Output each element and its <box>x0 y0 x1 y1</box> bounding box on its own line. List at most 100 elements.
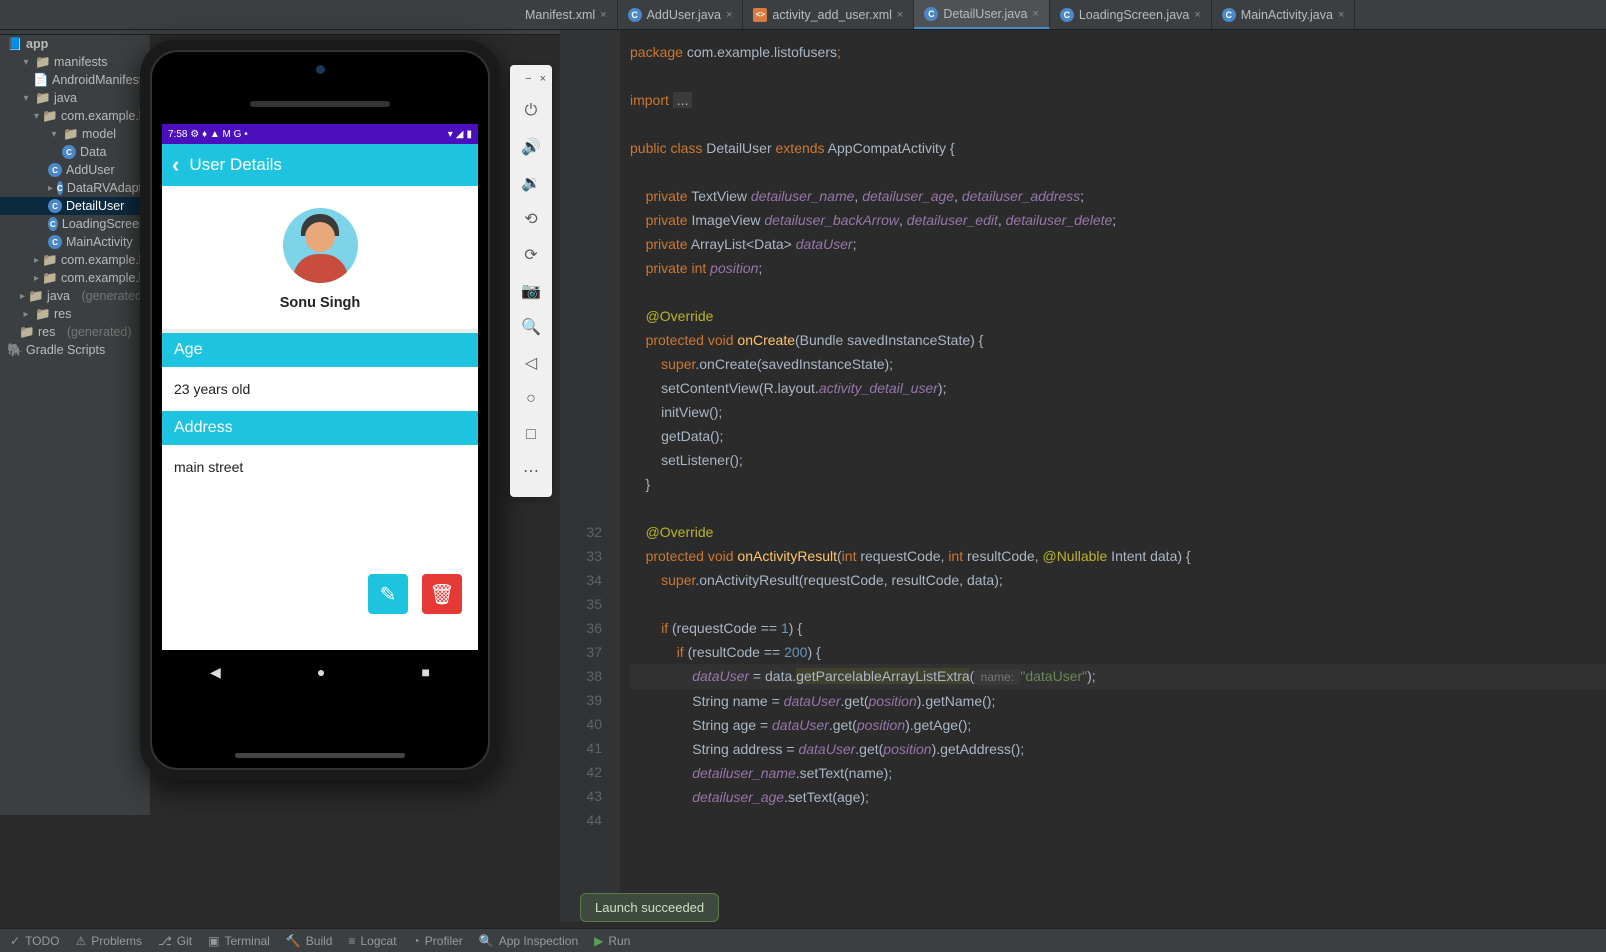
file-label: LoadingScreen.java <box>1079 8 1190 22</box>
status-time: 7:58 <box>168 129 187 140</box>
phone-speaker-icon <box>250 101 390 107</box>
volume-up-button[interactable]: 🔊 <box>510 129 552 165</box>
folder-icon <box>29 289 43 303</box>
nav-recent-icon[interactable]: ■ <box>421 664 429 680</box>
file-label: MainActivity.java <box>1241 8 1333 22</box>
hammer-icon: 🔨 <box>286 934 301 948</box>
code-editor[interactable]: 32 33 34 35 36 37 38 39 40 41 42 43 44 p… <box>560 30 1606 922</box>
emulator-screen[interactable]: 7:58 ⚙ ♦ ▲ M G • ▾ ◢ ▮ ‹ User Details So… <box>162 124 478 694</box>
editor-tab-loadingscreen[interactable]: C LoadingScreen.java × <box>1050 0 1212 29</box>
tree-res[interactable]: ▸res <box>0 305 150 323</box>
back-button[interactable]: ◁ <box>510 345 552 381</box>
code-content[interactable]: package com.example.listofusers; import … <box>620 30 1606 922</box>
emulator-frame: 7:58 ⚙ ♦ ▲ M G • ▾ ◢ ▮ ‹ User Details So… <box>140 40 500 780</box>
rotate-left-button[interactable]: ⟲ <box>510 201 552 237</box>
bottom-toolbar: ✓TODO ⚠Problems ⎇Git ▣Terminal 🔨Build ≡L… <box>0 928 1606 952</box>
caret-icon: ▸ <box>20 309 32 320</box>
back-arrow-icon[interactable]: ‹ <box>172 152 179 178</box>
android-status-bar: 7:58 ⚙ ♦ ▲ M G • ▾ ◢ ▮ <box>162 124 478 144</box>
caret-icon: ▸ <box>20 291 25 302</box>
tree-app[interactable]: app <box>0 35 150 53</box>
caret-icon: ▾ <box>20 93 32 104</box>
status-icons: ⚙ ♦ ▲ M G • <box>190 129 247 140</box>
tree-java-folder[interactable]: ▾java <box>0 89 150 107</box>
close-icon[interactable]: × <box>1338 9 1344 21</box>
manifest-icon <box>34 73 48 87</box>
folder-icon <box>64 127 78 141</box>
java-file-icon: C <box>628 8 642 22</box>
tree-adduser[interactable]: CAddUser <box>0 161 150 179</box>
folder-icon <box>43 109 57 123</box>
power-button[interactable]: ⏻ <box>510 93 552 129</box>
editor-tab-activity-xml[interactable]: <> activity_add_user.xml × <box>743 0 914 29</box>
tree-package2[interactable]: ▸com.example.listofusers <box>0 251 150 269</box>
tree-mainactivity[interactable]: CMainActivity <box>0 233 150 251</box>
profiler-tool[interactable]: ◔Profiler <box>413 934 463 948</box>
close-icon[interactable]: × <box>540 73 546 85</box>
xml-file-icon: <> <box>753 8 767 22</box>
folder-icon <box>43 271 57 285</box>
editor-tab-mainactivity[interactable]: C MainActivity.java × <box>1212 0 1356 29</box>
editor-tab-adduser[interactable]: C AddUser.java × <box>618 0 744 29</box>
battery-icon: ▮ <box>466 129 472 140</box>
android-nav-bar: ◀ ● ■ <box>162 650 478 694</box>
git-tool[interactable]: ⎇Git <box>158 934 192 948</box>
tree-package[interactable]: ▾com.example.listofusers <box>0 107 150 125</box>
editor-tab-detailuser[interactable]: C DetailUser.java × <box>914 0 1050 29</box>
tree-data-class[interactable]: CData <box>0 143 150 161</box>
close-icon[interactable]: × <box>897 9 903 21</box>
close-icon[interactable]: × <box>1032 8 1038 20</box>
caret-icon: ▾ <box>34 111 39 122</box>
tree-manifests[interactable]: ▾manifests <box>0 53 150 71</box>
minimize-icon[interactable]: − <box>525 73 531 85</box>
check-icon: ✓ <box>10 934 20 948</box>
nav-home-icon[interactable]: ● <box>317 664 325 680</box>
terminal-tool[interactable]: ▣Terminal <box>208 934 270 948</box>
tree-detailuser[interactable]: CDetailUser <box>0 197 150 215</box>
nav-back-icon[interactable]: ◀ <box>210 664 221 681</box>
home-button[interactable]: ○ <box>510 381 552 417</box>
build-tool[interactable]: 🔨Build <box>286 934 333 948</box>
tree-java-gen[interactable]: ▸java (generated) <box>0 287 150 305</box>
class-icon: C <box>48 235 62 249</box>
tree-gradle[interactable]: Gradle Scripts <box>0 341 150 359</box>
java-file-icon: C <box>1060 8 1074 22</box>
tree-package3[interactable]: ▸com.example.listofusers <box>0 269 150 287</box>
camera-button[interactable]: 📷 <box>510 273 552 309</box>
module-icon <box>8 37 22 51</box>
editor-tab-manifest[interactable]: Manifest.xml × <box>515 0 618 29</box>
branch-icon: ⎇ <box>158 934 172 948</box>
caret-icon: ▸ <box>34 273 39 284</box>
overview-button[interactable]: □ <box>510 417 552 453</box>
close-icon[interactable]: × <box>726 9 732 21</box>
zoom-button[interactable]: 🔍 <box>510 309 552 345</box>
folder-icon <box>43 253 57 267</box>
address-header: Address <box>162 411 478 445</box>
run-tool[interactable]: ▶Run <box>594 934 630 948</box>
tree-android-manifest[interactable]: AndroidManifest.xml <box>0 71 150 89</box>
tree-model-folder[interactable]: ▾model <box>0 125 150 143</box>
profile-section: Sonu Singh <box>162 186 478 333</box>
rotate-right-button[interactable]: ⟳ <box>510 237 552 273</box>
tree-loading[interactable]: CLoadingScreen <box>0 215 150 233</box>
todo-tool[interactable]: ✓TODO <box>10 934 60 948</box>
age-value: 23 years old <box>162 367 478 411</box>
tree-datarva[interactable]: ▸CDataRVAdapter <box>0 179 150 197</box>
edit-button[interactable]: ✎ <box>368 574 408 614</box>
more-button[interactable]: ⋯ <box>510 453 552 489</box>
trash-icon: 🗑 <box>429 582 454 607</box>
project-tree[interactable]: app ▾manifests AndroidManifest.xml ▾java… <box>0 35 150 815</box>
class-icon: C <box>48 163 62 177</box>
delete-button[interactable]: 🗑 <box>422 574 462 614</box>
app-inspection-tool[interactable]: 🔍App Inspection <box>479 934 578 948</box>
toolbar-title: User Details <box>189 155 282 175</box>
problems-tool[interactable]: ⚠Problems <box>76 934 142 948</box>
tree-res-gen[interactable]: res (generated) <box>0 323 150 341</box>
close-icon[interactable]: × <box>600 9 606 21</box>
close-icon[interactable]: × <box>1194 9 1200 21</box>
logcat-tool[interactable]: ≡Logcat <box>348 934 396 948</box>
volume-down-button[interactable]: 🔉 <box>510 165 552 201</box>
terminal-icon: ▣ <box>208 934 219 948</box>
launch-succeeded-tooltip: Launch succeeded <box>580 893 719 922</box>
phone-chin-icon <box>235 753 405 758</box>
